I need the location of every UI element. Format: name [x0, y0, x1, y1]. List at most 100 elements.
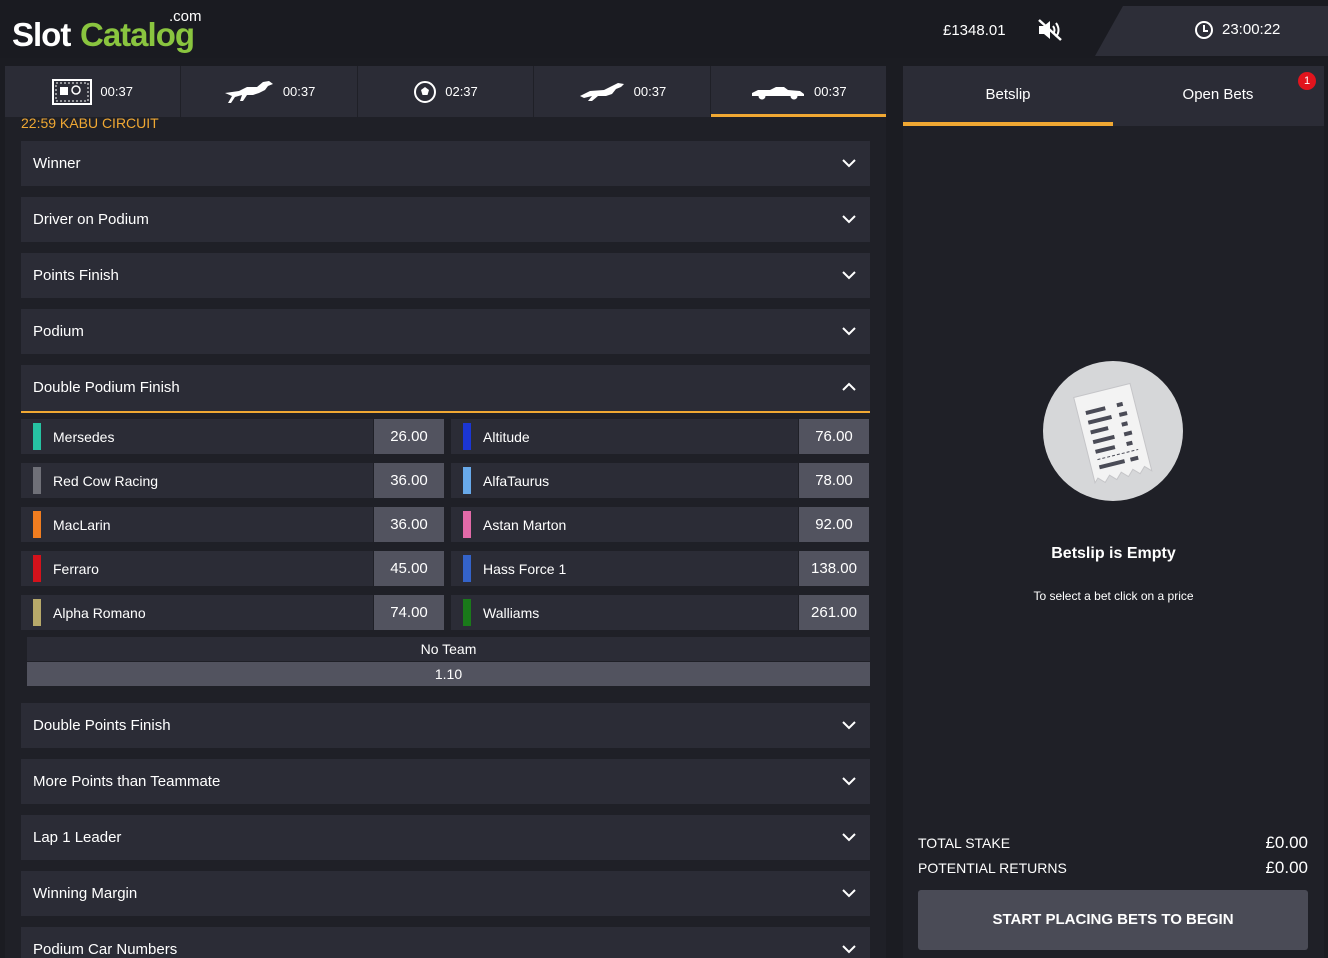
- selection-row: Astan Marton 92.00: [451, 507, 870, 542]
- tab-greyhound[interactable]: 00:37: [534, 66, 710, 117]
- team-color-bar: [463, 555, 471, 582]
- selection-name: MacLarin: [53, 517, 111, 533]
- selection-row: Ferraro 45.00: [21, 551, 445, 586]
- selection-row: MacLarin 36.00: [21, 507, 445, 542]
- selection-name-box: Mersedes: [21, 419, 373, 454]
- penalty-goal-icon: [52, 78, 93, 105]
- price-button[interactable]: 36.00: [374, 463, 444, 498]
- team-color-bar: [33, 467, 41, 494]
- selection-row: Alpha Romano 74.00: [21, 595, 445, 630]
- price-button[interactable]: 138.00: [799, 551, 869, 586]
- market-more-points-than-teammate[interactable]: More Points than Teammate: [21, 759, 870, 804]
- market-label: Double Points Finish: [33, 717, 171, 734]
- selection-row: AlfaTaurus 78.00: [451, 463, 870, 498]
- chevron-down-icon: [842, 945, 856, 954]
- start-placing-bets-button[interactable]: START PLACING BETS TO BEGIN: [918, 890, 1308, 950]
- no-team-price-button[interactable]: 1.10: [27, 662, 870, 686]
- chevron-down-icon: [842, 777, 856, 786]
- selection-name-box: AlfaTaurus: [451, 463, 798, 498]
- potential-returns-value: £0.00: [1265, 858, 1308, 877]
- selection-name-box: Red Cow Racing: [21, 463, 373, 498]
- no-team-label: No Team: [27, 637, 870, 661]
- potential-returns-label: POTENTIAL RETURNS: [918, 860, 1067, 876]
- clock-icon: [1195, 21, 1213, 39]
- market-podium[interactable]: Podium: [21, 309, 870, 354]
- selection-row: Red Cow Racing 36.00: [21, 463, 445, 498]
- price-button[interactable]: 261.00: [799, 595, 869, 630]
- empty-betslip-title: Betslip is Empty: [1051, 545, 1176, 562]
- price-button[interactable]: 92.00: [799, 507, 869, 542]
- market-label: Double Podium Finish: [33, 379, 180, 396]
- chevron-down-icon: [842, 721, 856, 730]
- betslip-panel: Betslip Open Bets 1 Betslip is Empty To …: [903, 66, 1324, 958]
- tab-betslip[interactable]: Betslip: [903, 66, 1113, 126]
- market-label: Winner: [33, 155, 81, 172]
- market-double-points-finish[interactable]: Double Points Finish: [21, 703, 870, 748]
- tab-open-bets[interactable]: Open Bets: [1113, 66, 1323, 126]
- market-label: Podium Car Numbers: [33, 941, 178, 958]
- price-button[interactable]: 45.00: [374, 551, 444, 586]
- team-color-bar: [33, 511, 41, 538]
- selection-name-box: Astan Marton: [451, 507, 798, 542]
- market-label: Winning Margin: [33, 885, 138, 902]
- event-title: 22:59 KABU CIRCUIT: [21, 117, 159, 131]
- sport-tabs: 00:37 00:37 02:37 00:37 00:37: [5, 66, 887, 117]
- tab-horse-racing[interactable]: 00:37: [181, 66, 357, 117]
- logo-com-text: .com: [169, 8, 202, 25]
- clock-panel: 23:00:22: [1095, 6, 1328, 56]
- selection-name-box: MacLarin: [21, 507, 373, 542]
- total-stake-value: £0.00: [1265, 833, 1308, 852]
- selection-name-box: Walliams: [451, 595, 798, 630]
- tab-time: 02:37: [445, 84, 478, 99]
- market-driver-on-podium[interactable]: Driver on Podium: [21, 197, 870, 242]
- selection-name: AlfaTaurus: [483, 473, 550, 489]
- selection-row: Walliams 261.00: [451, 595, 870, 630]
- tab-football[interactable]: 02:37: [357, 66, 534, 117]
- tab-motor-racing[interactable]: 00:37: [710, 66, 887, 117]
- price-button[interactable]: 26.00: [374, 419, 444, 454]
- selection-name-box: Hass Force 1: [451, 551, 798, 586]
- empty-receipt-icon: [1043, 361, 1183, 501]
- selection-row: Altitude 76.00: [451, 419, 870, 454]
- tab-penalty[interactable]: 00:37: [5, 66, 181, 117]
- chevron-down-icon: [842, 159, 856, 168]
- market-label: Podium: [33, 323, 84, 340]
- top-bar: Slot Catalog .com £1348.01 23:00:22: [0, 0, 1328, 58]
- market-winning-margin[interactable]: Winning Margin: [21, 871, 870, 916]
- market-podium-car-numbers[interactable]: Podium Car Numbers: [21, 927, 870, 958]
- chevron-up-icon: [842, 382, 856, 391]
- selection-name-box: Ferraro: [21, 551, 373, 586]
- tab-time: 00:37: [814, 84, 847, 99]
- price-button[interactable]: 36.00: [374, 507, 444, 542]
- market-points-finish[interactable]: Points Finish: [21, 253, 870, 298]
- price-button[interactable]: 74.00: [374, 595, 444, 630]
- team-color-bar: [463, 467, 471, 494]
- market-label: More Points than Teammate: [33, 773, 221, 790]
- speaker-muted-icon[interactable]: [1036, 18, 1064, 42]
- no-team-selection[interactable]: No Team 1.10: [27, 637, 870, 686]
- total-stake-label: TOTAL STAKE: [918, 835, 1011, 851]
- selection-name: Red Cow Racing: [53, 473, 159, 489]
- price-button[interactable]: 76.00: [799, 419, 869, 454]
- price-button[interactable]: 78.00: [799, 463, 869, 498]
- empty-betslip-hint: To select a bet click on a price: [1033, 589, 1194, 603]
- market-label: Driver on Podium: [33, 211, 149, 228]
- market-double-podium-finish[interactable]: Double Podium Finish: [21, 365, 870, 413]
- market-winner[interactable]: Winner: [21, 141, 870, 186]
- football-icon: [414, 80, 437, 103]
- team-color-bar: [463, 599, 471, 626]
- open-bets-count-badge: 1: [1298, 72, 1316, 90]
- logo-slot-text: Slot: [12, 16, 71, 53]
- chevron-down-icon: [842, 215, 856, 224]
- team-color-bar: [33, 555, 41, 582]
- tab-time: 00:37: [282, 84, 316, 99]
- selection-name: Mersedes: [53, 429, 115, 445]
- chevron-down-icon: [842, 833, 856, 842]
- selection-name: Walliams: [483, 605, 540, 621]
- selection-name-box: Altitude: [451, 419, 798, 454]
- tab-time: 00:37: [633, 84, 667, 99]
- market-lap-1-leader[interactable]: Lap 1 Leader: [21, 815, 870, 860]
- market-label: Points Finish: [33, 267, 119, 284]
- betslip-tabs: Betslip Open Bets 1: [903, 66, 1324, 126]
- selection-name-box: Alpha Romano: [21, 595, 373, 630]
